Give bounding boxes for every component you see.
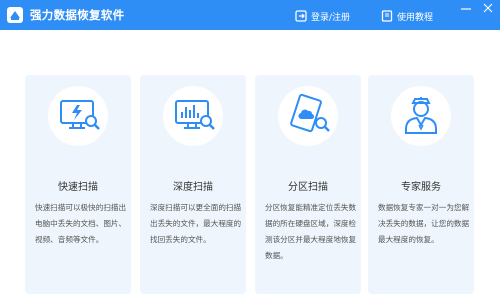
card-partition-scan[interactable]: 分区扫描 分区恢复能精准定位丢失数据的所在硬盘区域，深度检测该分区并最大程度地恢… (255, 75, 361, 294)
card-title: 快速扫描 (58, 182, 98, 193)
card-title: 分区扫描 (288, 182, 328, 193)
close-icon[interactable] (480, 2, 496, 16)
title-bar: 强力数据恢复软件 登录/注册 使用教程 (0, 0, 500, 30)
login-icon (295, 10, 307, 22)
monitor-chart-search-icon (163, 86, 223, 146)
card-desc: 深度扫描可以更全面的扫描出丢失的文件，最大程度的找回丢失的文件。 (150, 203, 242, 244)
login-label: 登录/注册 (311, 12, 351, 23)
card-title: 专家服务 (401, 182, 441, 193)
card-desc: 分区恢复能精准定位丢失数据的所在硬盘区域，深度检测该分区并最大程度地恢复数据。 (265, 203, 357, 260)
disk-cloud-search-icon (278, 86, 338, 146)
app-title: 强力数据恢复软件 (30, 8, 125, 22)
tutorial-button[interactable]: 使用教程 (381, 8, 433, 24)
monitor-lightning-search-icon (48, 86, 108, 146)
minimize-icon[interactable] (458, 2, 474, 16)
tutorial-label: 使用教程 (397, 12, 434, 23)
app-logo-icon (7, 7, 23, 23)
card-title: 深度扫描 (173, 182, 213, 193)
login-button[interactable]: 登录/注册 (295, 8, 350, 24)
book-icon (381, 10, 393, 22)
card-deep-scan[interactable]: 深度扫描 深度扫描可以更全面的扫描出丢失的文件，最大程度的找回丢失的文件。 (140, 75, 246, 294)
card-expert-service[interactable]: 专家服务 数据恢复专家一对一为您解决丢失的数据，让您的数据最大程度的恢复。 (368, 75, 474, 294)
main-area: 快速扫描 快速扫描可以极快的扫描出电脑中丢失的文档、图片、视频、音频等文件。 深… (0, 30, 500, 294)
card-quick-scan[interactable]: 快速扫描 快速扫描可以极快的扫描出电脑中丢失的文档、图片、视频、音频等文件。 (25, 75, 131, 294)
expert-person-icon (391, 86, 451, 146)
card-desc: 快速扫描可以极快的扫描出电脑中丢失的文档、图片、视频、音频等文件。 (35, 203, 127, 244)
card-desc: 数据恢复专家一对一为您解决丢失的数据，让您的数据最大程度的恢复。 (378, 203, 470, 244)
